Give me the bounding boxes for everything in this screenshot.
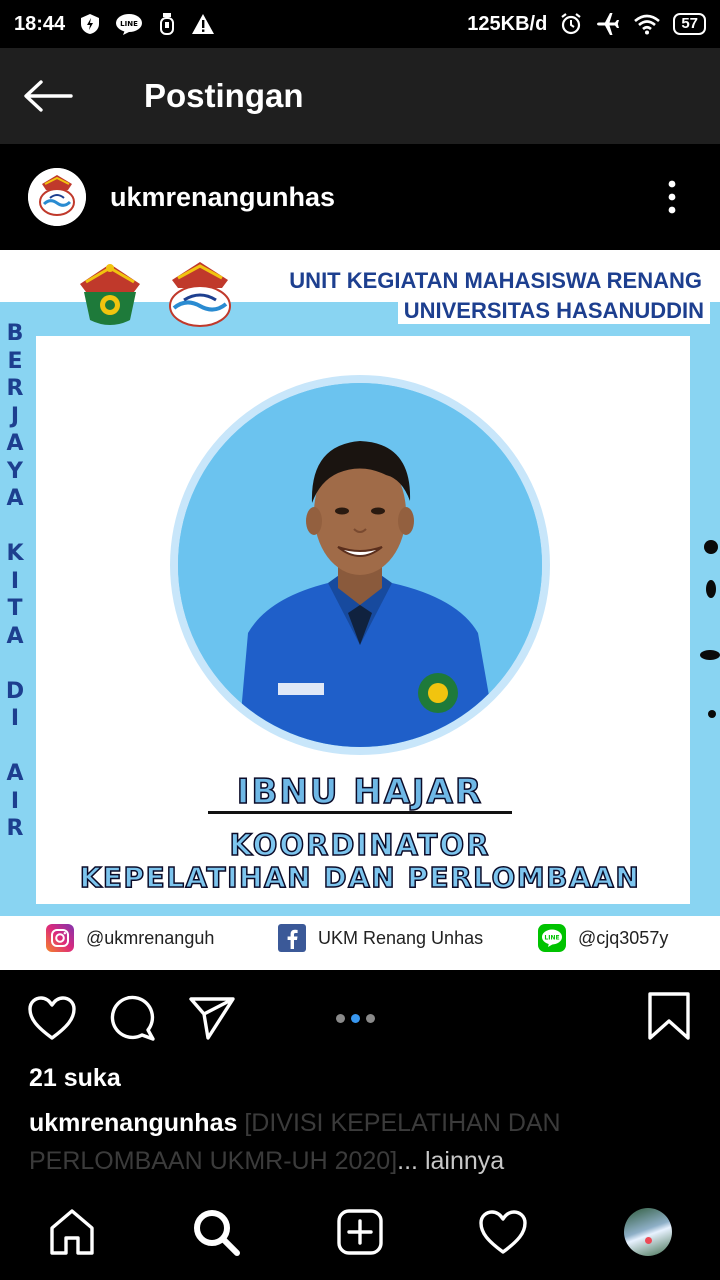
back-button[interactable] <box>0 48 96 144</box>
like-count[interactable]: 21 suka <box>29 1064 121 1093</box>
motto-letter: K <box>6 541 24 566</box>
profile-notification-dot <box>645 1237 652 1244</box>
save-button[interactable] <box>644 990 694 1042</box>
battery-icon: 57 <box>673 13 706 35</box>
more-options-button[interactable] <box>642 167 702 227</box>
role-title-line1: KOORDINATOR <box>229 827 491 863</box>
paint-splat <box>706 580 716 598</box>
vertical-motto: B E R J A Y A K I T A D I A I R <box>3 320 27 843</box>
wifi-icon <box>633 13 661 35</box>
facebook-icon <box>278 924 306 952</box>
post-caption: ukmrenangunhas [DIVISI KEPELATIHAN DAN P… <box>29 1104 689 1180</box>
instagram-handle: @ukmrenanguh <box>46 924 214 952</box>
paint-splat <box>700 650 720 660</box>
social-links-bar: @ukmrenanguh UKM Renang Unhas LINE @cjq3… <box>0 916 720 960</box>
post-author-username[interactable]: ukmrenangunhas <box>110 182 335 213</box>
motto-letter: Y <box>7 458 23 484</box>
motto-letter: T <box>7 596 23 621</box>
comment-button[interactable] <box>106 992 158 1044</box>
line-handle-text: @cjq3057y <box>578 927 669 948</box>
bottom-navigation <box>0 1186 720 1280</box>
motto-letter: R <box>6 376 24 401</box>
line-icon: LINE <box>538 924 566 952</box>
facebook-handle-text: UKM Renang Unhas <box>318 927 484 948</box>
activity-heart-icon <box>479 1210 527 1254</box>
usb-icon <box>157 12 177 36</box>
carousel-indicator <box>336 1014 375 1023</box>
motto-letter: I <box>10 706 20 731</box>
share-button[interactable] <box>186 992 238 1044</box>
motto-letter: A <box>6 486 24 511</box>
motto-letter: B <box>6 321 24 346</box>
alarm-icon <box>559 12 583 36</box>
send-icon <box>189 997 235 1040</box>
caption-more-link[interactable]: ... lainnya <box>397 1147 504 1175</box>
motto-letter: J <box>10 403 20 429</box>
paint-splat <box>704 540 718 554</box>
person-photo <box>178 383 542 747</box>
motto-letter: D <box>5 678 25 704</box>
post-image[interactable]: UNIT KEGIATAN MAHASISWA RENANG UNIVERSIT… <box>0 250 720 970</box>
motto-letter: A <box>6 623 24 649</box>
comment-icon <box>110 995 155 1041</box>
caption-username[interactable]: ukmrenangunhas <box>29 1109 237 1137</box>
status-time: 18:44 <box>14 12 66 35</box>
search-icon <box>194 1210 240 1256</box>
unhas-logo <box>80 264 140 325</box>
like-button[interactable] <box>26 992 78 1044</box>
person-name: IBNU HAJAR <box>236 771 484 813</box>
status-bar: 18:44 LINE 125KB/d 57 <box>0 0 720 48</box>
top-toolbar: Postingan <box>0 48 720 144</box>
nav-home[interactable] <box>36 1196 108 1268</box>
svg-text:LINE: LINE <box>120 20 138 28</box>
post-header: ukmrenangunhas <box>0 144 720 250</box>
motto-letter: A <box>6 431 24 456</box>
carousel-dot <box>336 1014 345 1023</box>
network-speed: 125KB/d <box>467 12 548 35</box>
facebook-handle: UKM Renang Unhas <box>278 924 483 952</box>
profile-avatar <box>624 1208 672 1256</box>
new-post-icon <box>337 1209 383 1255</box>
shield-icon <box>79 13 101 35</box>
warning-icon <box>191 13 215 35</box>
arrow-left-icon <box>24 80 73 112</box>
motto-letter: I <box>10 568 20 594</box>
org-title-line2: UNIVERSITAS HASANUDDIN <box>397 298 710 324</box>
instagram-handle-text: @ukmrenanguh <box>86 927 215 948</box>
nav-search[interactable] <box>180 1196 252 1268</box>
nav-profile[interactable] <box>612 1196 684 1268</box>
role-title-line2: KEPELATIHAN DAN PERLOMBAAN <box>79 860 641 895</box>
ukm-renang-logo <box>169 262 231 327</box>
heart-icon <box>28 996 76 1040</box>
nav-activity[interactable] <box>467 1196 539 1268</box>
org-title-line1: UNIT KEGIATAN MAHASISWA RENANG <box>283 268 708 294</box>
airplane-icon <box>595 12 621 36</box>
svg-text:LINE: LINE <box>544 935 559 942</box>
post-author-avatar[interactable] <box>28 168 86 226</box>
instagram-icon <box>46 924 74 952</box>
page-title: Postingan <box>144 77 304 114</box>
paint-splat <box>708 710 716 718</box>
line-handle: LINE @cjq3057y <box>538 924 668 952</box>
carousel-dot <box>366 1014 375 1023</box>
bookmark-icon <box>648 992 690 1040</box>
motto-letter: E <box>7 348 23 374</box>
nav-new-post[interactable] <box>324 1196 396 1268</box>
name-underline <box>208 811 512 814</box>
line-app-icon: LINE <box>115 13 143 35</box>
more-vertical-icon <box>668 180 676 214</box>
carousel-dot-active <box>351 1014 360 1023</box>
home-icon <box>50 1209 94 1255</box>
